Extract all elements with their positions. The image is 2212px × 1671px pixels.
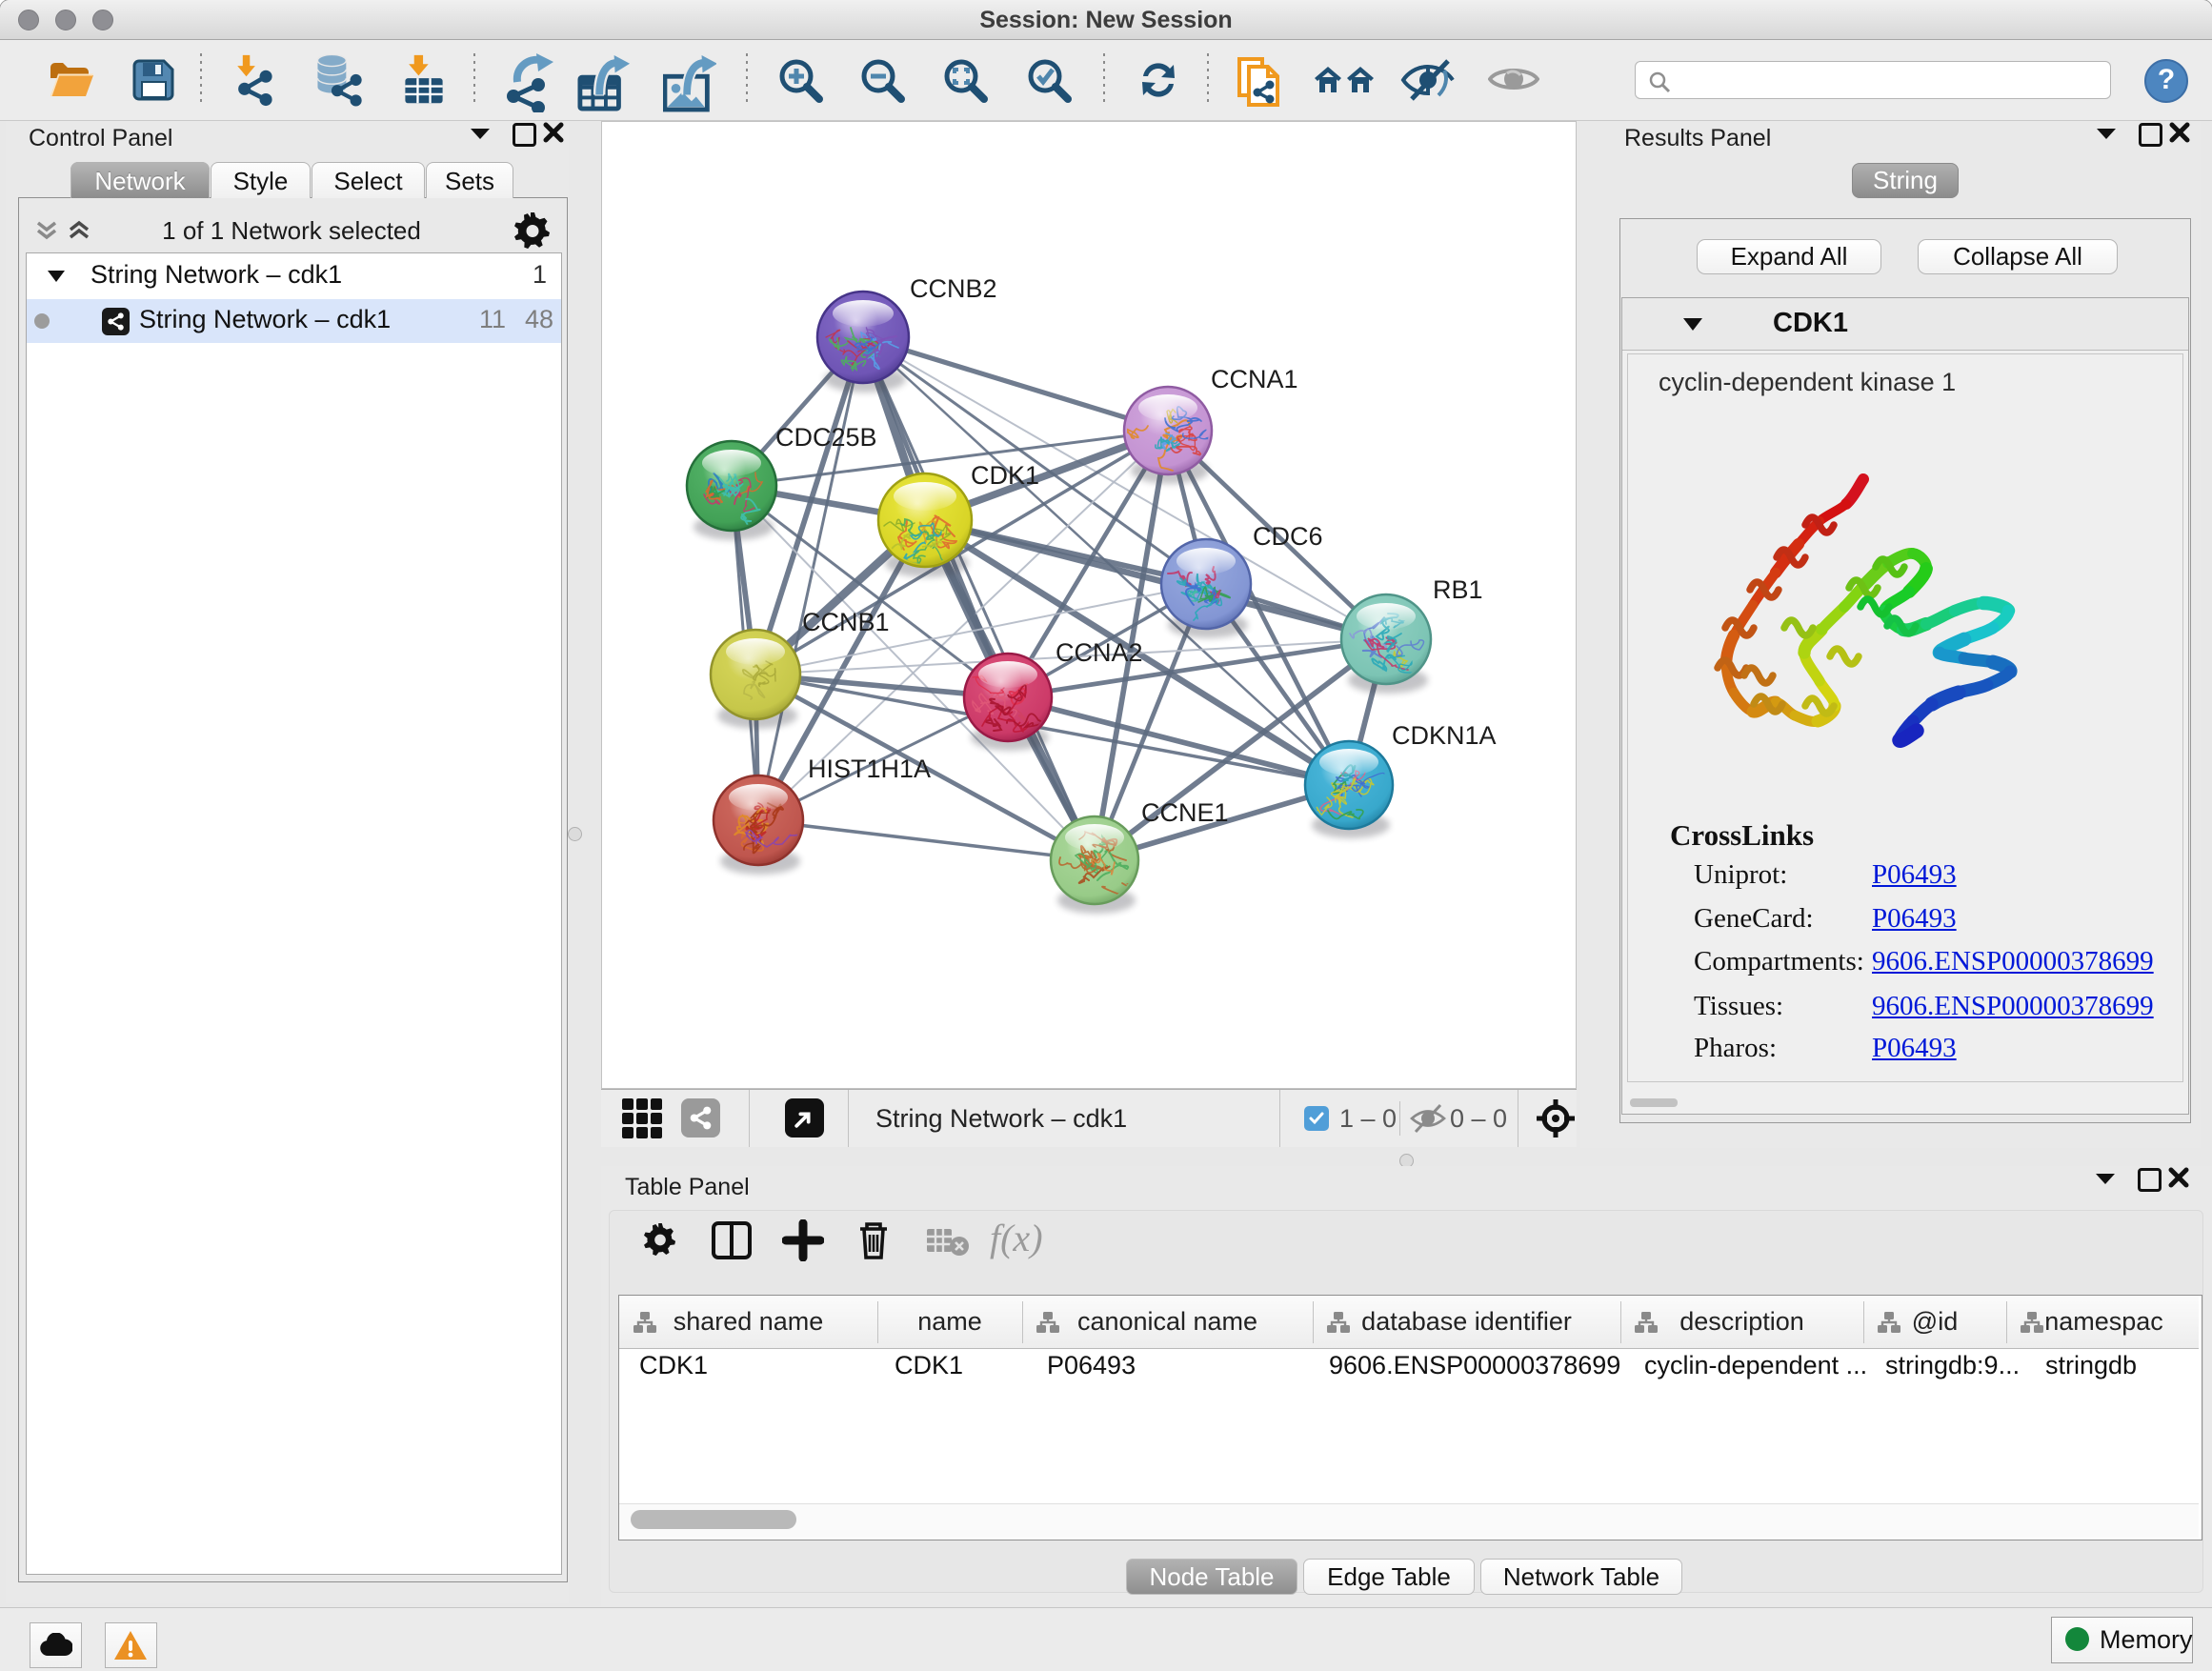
svg-text:CCNA1: CCNA1	[1211, 365, 1298, 393]
svg-text:CDC25B: CDC25B	[775, 423, 877, 452]
svg-text:CDC6: CDC6	[1253, 522, 1323, 551]
svg-text:CCNA2: CCNA2	[1056, 638, 1143, 667]
svg-text:CDK1: CDK1	[971, 461, 1039, 490]
svg-text:RB1: RB1	[1433, 575, 1483, 604]
svg-text:CDKN1A: CDKN1A	[1392, 721, 1497, 750]
svg-text:CCNE1: CCNE1	[1141, 798, 1229, 827]
svg-text:CCNB1: CCNB1	[802, 608, 890, 636]
svg-text:HIST1H1A: HIST1H1A	[808, 755, 931, 783]
svg-text:CCNB2: CCNB2	[910, 274, 997, 303]
